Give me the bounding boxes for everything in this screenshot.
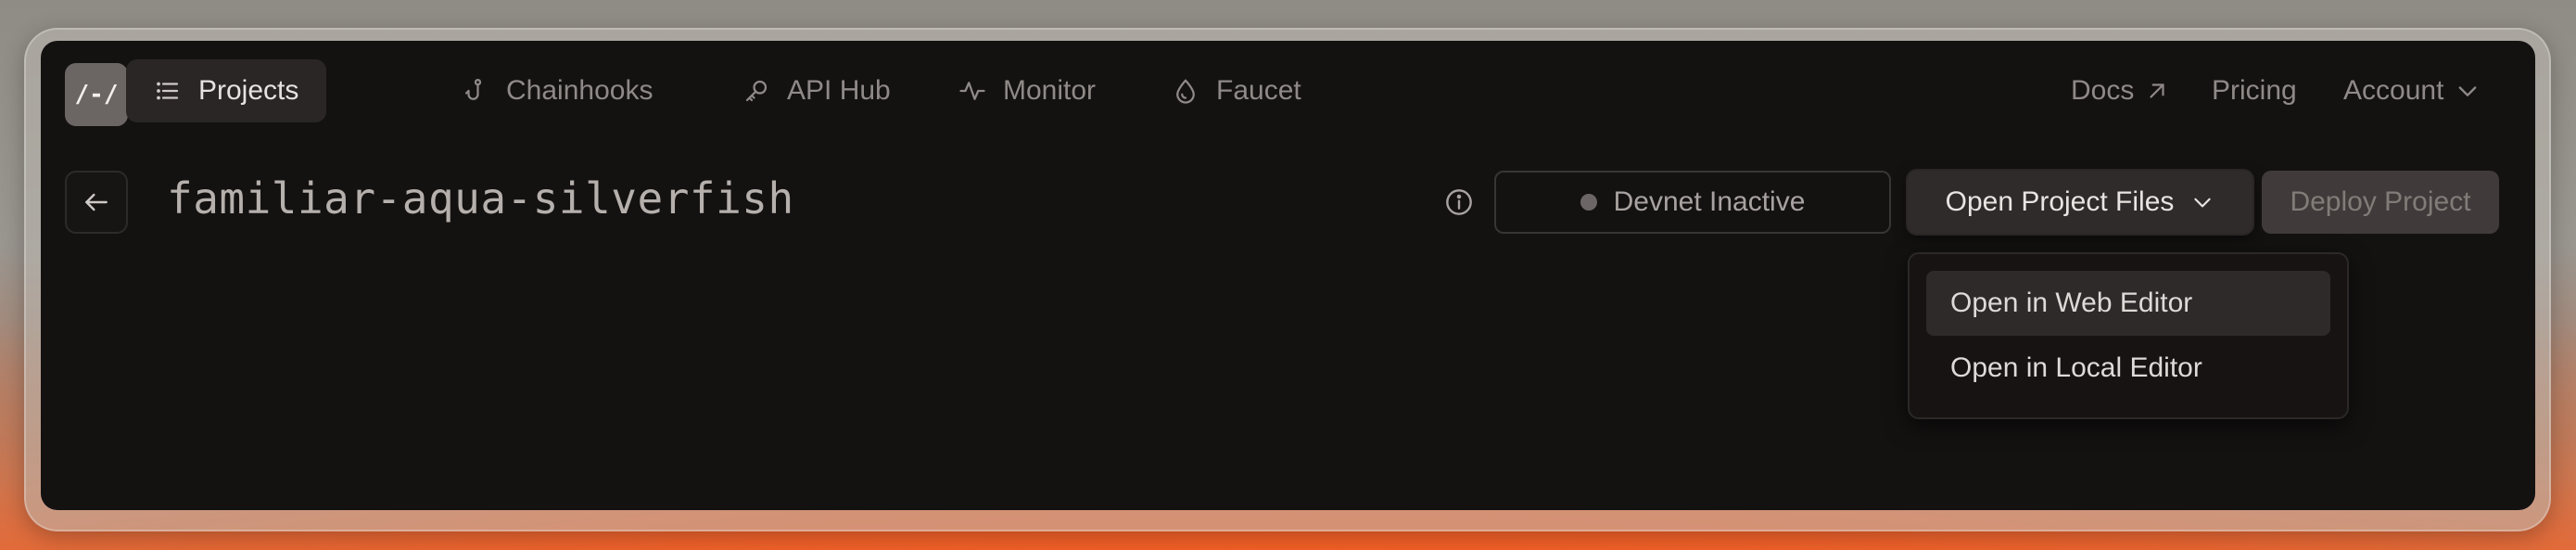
nav-item-label: API Hub: [787, 75, 891, 106]
account-label: Account: [2343, 75, 2444, 106]
key-icon: [745, 80, 768, 102]
devnet-status-label: Devnet Inactive: [1613, 186, 1806, 217]
info-icon[interactable]: [1444, 187, 1474, 217]
status-dot: [1580, 194, 1597, 211]
docs-label: Docs: [2071, 75, 2135, 106]
nav-item-chainhooks[interactable]: Chainhooks: [434, 59, 680, 122]
docs-link[interactable]: Docs: [2071, 59, 2169, 122]
chevron-down-icon: [2459, 86, 2477, 96]
open-files-label: Open Project Files: [1945, 186, 2175, 217]
nav-item-faucet[interactable]: Faucet: [1144, 59, 1329, 122]
activity-icon: [959, 82, 985, 100]
arrow-up-right-icon: [2150, 83, 2164, 98]
list-icon: [157, 82, 179, 100]
nav-item-label: Faucet: [1216, 75, 1301, 106]
devnet-status-button[interactable]: Devnet Inactive: [1494, 171, 1891, 234]
droplet-icon: [1176, 79, 1195, 104]
menu-item-local-editor[interactable]: Open in Local Editor: [1926, 336, 2330, 401]
back-button[interactable]: [65, 171, 128, 234]
nav-item-label: Monitor: [1003, 75, 1097, 106]
arrow-left-icon: [85, 193, 108, 211]
account-menu[interactable]: Account: [2343, 59, 2481, 122]
open-files-dropdown: Open in Web Editor Open in Local Editor: [1908, 252, 2349, 419]
app-window: /-/ Projects Chainhooks API Hub Monitor …: [41, 41, 2535, 510]
page-title: familiar-aqua-silverfish: [167, 173, 794, 224]
nav-item-label: Chainhooks: [506, 75, 654, 106]
pricing-label: Pricing: [2212, 75, 2297, 106]
nav-item-projects[interactable]: Projects: [126, 59, 327, 122]
pricing-link[interactable]: Pricing: [2212, 59, 2297, 122]
chevron-down-icon: [2194, 198, 2212, 208]
open-project-files-button[interactable]: Open Project Files: [1908, 171, 2252, 234]
menu-item-web-editor[interactable]: Open in Web Editor: [1926, 271, 2330, 336]
nav-item-api-hub[interactable]: API Hub: [715, 59, 919, 122]
top-nav: /-/ Projects Chainhooks API Hub Monitor …: [41, 41, 2535, 145]
nav-item-label: Projects: [198, 75, 299, 106]
nav-item-monitor[interactable]: Monitor: [931, 59, 1123, 122]
deploy-label: Deploy Project: [2290, 186, 2471, 217]
logo[interactable]: /-/: [65, 63, 128, 126]
hook-icon: [464, 79, 482, 100]
deploy-project-button[interactable]: Deploy Project: [2262, 171, 2499, 234]
